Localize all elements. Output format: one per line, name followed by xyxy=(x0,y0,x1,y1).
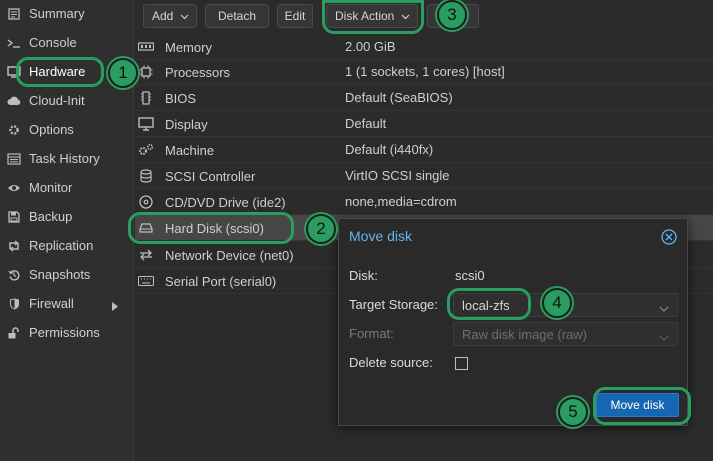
database-icon xyxy=(138,169,154,183)
sidebar-item-label: Monitor xyxy=(29,180,73,195)
row-key: Machine xyxy=(165,143,215,158)
annotation-highlight xyxy=(593,387,691,425)
row-value: none,media=cdrom xyxy=(345,194,457,209)
annotation-badge: 3 xyxy=(437,0,467,30)
sidebar-item-backup[interactable]: Backup xyxy=(0,203,134,230)
memory-icon xyxy=(138,40,154,54)
disk-value: scsi0 xyxy=(455,268,485,283)
annotation-highlight xyxy=(16,57,104,87)
annotation-badge: 1 xyxy=(108,58,138,88)
detach-button[interactable]: Detach xyxy=(205,4,269,28)
add-button-label: Add xyxy=(152,9,174,23)
sidebar-item-label: Snapshots xyxy=(29,267,91,282)
retweet-icon xyxy=(7,239,21,253)
add-button[interactable]: Add xyxy=(143,4,197,28)
table-row[interactable]: Processors 1 (1 sockets, 1 cores) [host] xyxy=(135,59,713,85)
table-row[interactable]: Memory 2.00 GiB xyxy=(135,34,713,60)
row-key: Network Device (net0) xyxy=(165,248,294,263)
close-icon[interactable] xyxy=(661,229,677,248)
chevron-down-icon xyxy=(180,9,189,23)
sidebar-item-label: Cloud-Init xyxy=(29,93,85,108)
sidebar-item-monitor[interactable]: Monitor xyxy=(0,174,134,201)
annotation-badge: 4 xyxy=(542,288,572,318)
sidebar-item-label: Summary xyxy=(29,6,85,21)
list-icon xyxy=(7,152,21,166)
disk-label: Disk: xyxy=(349,268,378,283)
row-key: Memory xyxy=(165,40,212,55)
gear-icon xyxy=(7,123,21,137)
row-key: BIOS xyxy=(165,91,197,106)
sidebar-item-label: Permissions xyxy=(29,325,100,340)
chevron-down-icon[interactable] xyxy=(659,300,669,315)
format-label: Format: xyxy=(349,326,394,341)
annotation-highlight xyxy=(322,0,424,34)
format-value: Raw disk image (raw) xyxy=(462,326,587,342)
unlock-icon xyxy=(7,326,21,340)
row-value: Default (SeaBIOS) xyxy=(345,90,453,105)
exchange-icon xyxy=(138,248,154,262)
sidebar-item-summary[interactable]: Summary xyxy=(0,0,134,27)
table-row[interactable]: Display Default xyxy=(135,111,713,137)
floppy-icon xyxy=(7,210,21,224)
desktop-icon xyxy=(138,117,154,131)
annotation-highlight xyxy=(447,288,531,320)
keyboard-icon xyxy=(138,274,154,288)
table-row[interactable]: BIOS Default (SeaBIOS) xyxy=(135,85,713,111)
delete-source-checkbox[interactable] xyxy=(455,357,468,370)
sidebar-item-permissions[interactable]: Permissions xyxy=(0,319,134,346)
sidebar-item-console[interactable]: Console xyxy=(0,29,134,56)
chip-icon xyxy=(138,91,154,105)
row-value: Default (i440fx) xyxy=(345,142,434,157)
target-storage-label: Target Storage: xyxy=(349,297,438,312)
sidebar-item-label: Console xyxy=(29,35,77,50)
dialog-title: Move disk xyxy=(349,228,413,244)
row-key: CD/DVD Drive (ide2) xyxy=(165,195,286,210)
sidebar-item-firewall[interactable]: Firewall xyxy=(0,290,134,317)
toolbar: Add Detach Edit Disk Action xyxy=(135,0,713,32)
annotation-badge: 5 xyxy=(558,397,588,427)
sidebar-item-cloud-init[interactable]: Cloud-Init xyxy=(0,87,134,114)
sidebar-item-task-history[interactable]: Task History xyxy=(0,145,134,172)
console-icon xyxy=(7,36,21,50)
sidebar-item-label: Firewall xyxy=(29,296,74,311)
format-select: Raw disk image (raw) xyxy=(453,322,678,346)
chevron-down-icon xyxy=(659,329,669,344)
row-value: Default xyxy=(345,116,387,131)
delete-source-label: Delete source: xyxy=(349,355,433,370)
table-row[interactable]: Machine Default (i440fx) xyxy=(135,137,713,163)
edit-button-label: Edit xyxy=(284,9,306,23)
history-icon xyxy=(7,268,21,282)
expand-arrow-icon[interactable] xyxy=(112,299,118,314)
sidebar-item-snapshots[interactable]: Snapshots xyxy=(0,261,134,288)
row-value: 1 (1 sockets, 1 cores) [host] xyxy=(345,64,505,79)
row-value: VirtIO SCSI single xyxy=(345,168,450,183)
sidebar-item-label: Replication xyxy=(29,238,94,253)
row-key: SCSI Controller xyxy=(165,169,256,184)
row-key: Display xyxy=(165,117,208,132)
sidebar-item-label: Backup xyxy=(29,209,73,224)
sidebar-item-label: Task History xyxy=(29,151,100,166)
row-value: 2.00 GiB xyxy=(345,39,396,54)
row-key: Serial Port (serial0) xyxy=(165,274,277,289)
table-row[interactable]: SCSI Controller VirtIO SCSI single xyxy=(135,163,713,189)
edit-button[interactable]: Edit xyxy=(277,4,313,28)
row-key: Processors xyxy=(165,65,231,80)
annotation-highlight xyxy=(128,212,294,244)
cloud-icon xyxy=(7,94,21,108)
cogs-icon xyxy=(138,143,154,157)
detach-button-label: Detach xyxy=(217,9,257,23)
sidebar-item-label: Options xyxy=(29,122,74,137)
annotation-badge: 2 xyxy=(306,214,336,244)
sidebar-item-options[interactable]: Options xyxy=(0,116,134,143)
shield-icon xyxy=(7,297,21,311)
eye-icon xyxy=(7,181,21,195)
summary-icon xyxy=(7,7,21,21)
cpu-icon xyxy=(138,65,154,79)
sidebar-item-replication[interactable]: Replication xyxy=(0,232,134,259)
cdrom-icon xyxy=(138,195,154,209)
